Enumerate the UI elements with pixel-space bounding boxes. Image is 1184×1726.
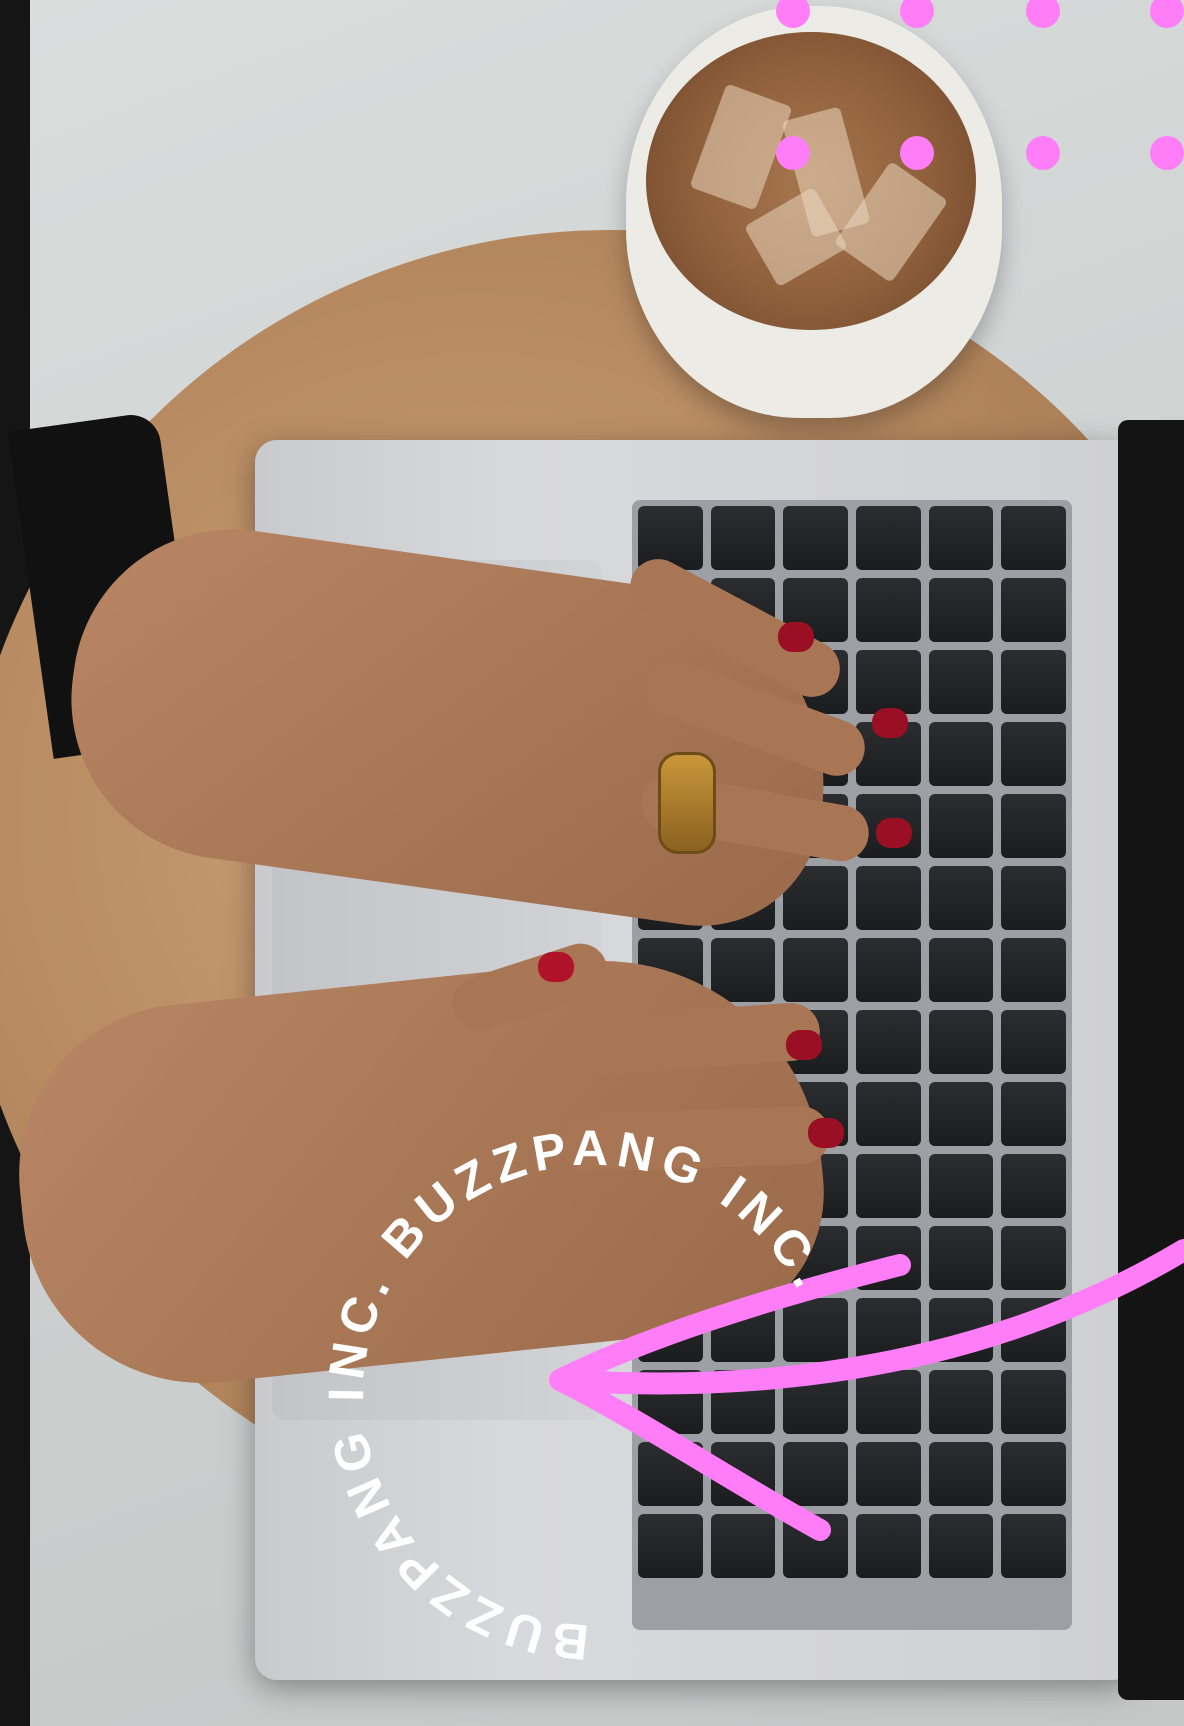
badge-overlay: BUZZPANG INC. BUZZPANG INC. bbox=[318, 1120, 1184, 1671]
curved-arrow-icon bbox=[549, 1239, 1184, 1541]
photo-scene: BUZZPANG INC. BUZZPANG INC. bbox=[0, 0, 1184, 1726]
